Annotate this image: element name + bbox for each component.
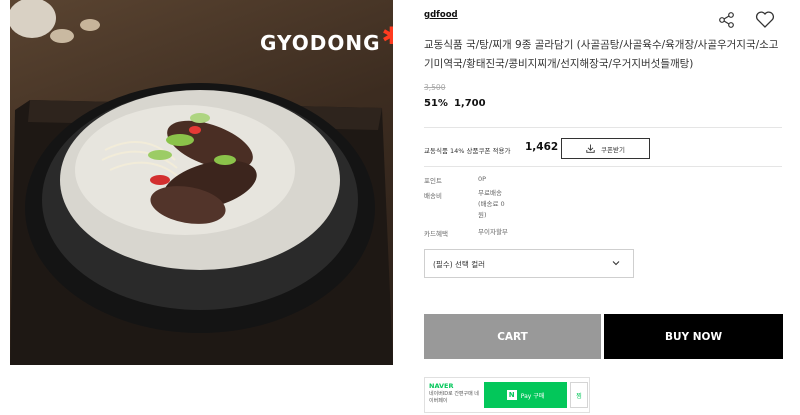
cart-button[interactable]: CART	[424, 314, 601, 359]
brand-logo: GYODONG✱	[260, 22, 393, 56]
option-select-label: (필수) 선택 컬러	[433, 260, 486, 269]
discount-rate: 51%	[424, 98, 448, 109]
brand-logo-text: GYODONG	[260, 31, 381, 55]
price-row: 51% 1,700	[424, 98, 486, 109]
sale-price: 1,700	[453, 98, 486, 109]
naver-pay-button[interactable]: N Pay 구매	[484, 382, 567, 408]
option-select[interactable]: (필수) 선택 컬러	[424, 249, 634, 278]
chevron-down-icon	[612, 261, 620, 266]
card-benefit-label: 카드혜택	[424, 230, 448, 238]
coupon-download-button[interactable]: 쿠폰받기	[561, 138, 650, 159]
divider	[424, 127, 782, 128]
buy-now-button[interactable]: BUY NOW	[604, 314, 783, 359]
coupon-row: 교동식품 14% 상품쿠폰 적용가 1,462 쿠폰받기	[424, 138, 784, 162]
coupon-label: 교동식품 14% 상품쿠폰 적용가	[424, 147, 511, 155]
seller-link[interactable]: gdfood	[424, 10, 458, 20]
share-icon[interactable]	[718, 11, 736, 29]
divider	[424, 166, 782, 167]
points-label: 포인트	[424, 177, 442, 185]
naver-pay-box: NAVER 네이버ID로 간편구매 네이버페이 N Pay 구매 찜	[424, 377, 590, 413]
product-image: GYODONG✱	[10, 0, 393, 365]
naver-description: 네이버ID로 간편구매 네이버페이	[429, 391, 479, 404]
card-benefit-value: 무이자할부	[478, 228, 508, 236]
product-title: 교동식품 국/탕/찌개 9종 골라담기 (사골곰탕/사골육수/육개장/사골우거지…	[424, 39, 779, 70]
coupon-button-label: 쿠폰받기	[601, 145, 625, 154]
naver-logo: NAVER	[429, 382, 454, 390]
naver-wish-button[interactable]: 찜	[570, 382, 588, 408]
original-price: 3,500	[424, 83, 446, 92]
naver-n-icon: N	[506, 390, 517, 400]
shipping-label: 배송비	[424, 192, 442, 200]
logo-star-icon: ✱	[381, 22, 393, 50]
shipping-value: 무료배송 (배송료 0 원)	[478, 189, 505, 219]
coupon-price: 1,462	[525, 141, 559, 153]
points-value: 0P	[478, 175, 487, 183]
heart-icon[interactable]	[755, 10, 775, 29]
naver-pay-label: Pay 구매	[520, 392, 545, 400]
download-icon	[586, 144, 595, 153]
